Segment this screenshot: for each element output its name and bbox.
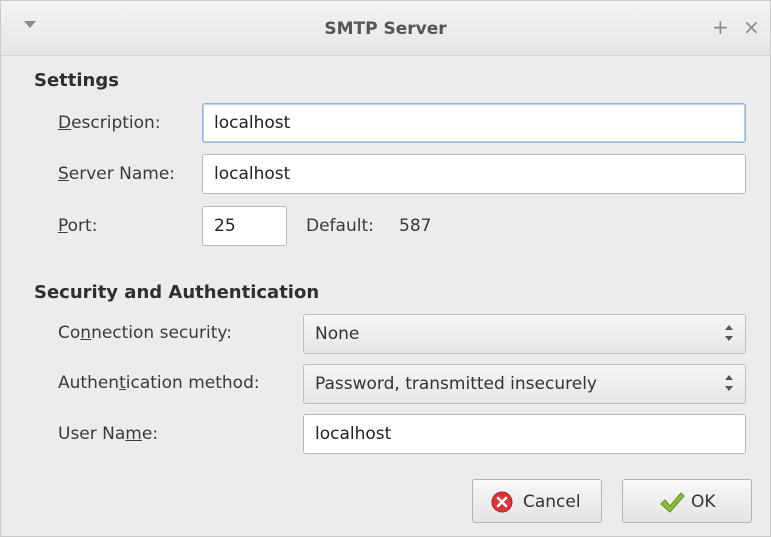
authentication-method-label: Authentication method:	[58, 373, 260, 393]
ok-button[interactable]: OK	[622, 479, 752, 523]
connection-security-select[interactable]: None	[303, 314, 746, 354]
updown-arrows-icon	[725, 325, 733, 343]
user-name-input[interactable]	[303, 414, 746, 454]
settings-heading: Settings	[34, 70, 119, 91]
description-input[interactable]	[202, 103, 746, 143]
title-bar[interactable]: SMTP Server + ×	[1, 1, 770, 56]
user-name-label: User Name:	[58, 424, 159, 444]
server-name-label: Server Name:	[58, 164, 176, 184]
ok-label: OK	[691, 492, 716, 512]
connection-security-value: None	[315, 324, 360, 344]
port-default-value: 587	[399, 216, 432, 236]
port-default-label: Default:	[306, 216, 374, 236]
port-label: Port:	[58, 216, 98, 236]
security-heading: Security and Authentication	[34, 282, 320, 303]
cancel-button[interactable]: Cancel	[472, 479, 602, 523]
port-input[interactable]	[202, 206, 287, 246]
checkmark-icon	[660, 492, 685, 513]
updown-arrows-icon	[725, 375, 733, 393]
cancel-icon	[491, 491, 513, 513]
authentication-method-select[interactable]: Password, transmitted insecurely	[303, 364, 746, 404]
close-icon[interactable]: ×	[743, 15, 760, 39]
server-name-input[interactable]	[202, 154, 746, 194]
cancel-label: Cancel	[523, 492, 581, 512]
window-title: SMTP Server	[324, 19, 447, 39]
pin-icon[interactable]: +	[712, 15, 729, 39]
smtp-server-dialog: SMTP Server + × Settings Description: Se…	[0, 0, 771, 537]
description-label: Description:	[58, 113, 161, 133]
authentication-method-value: Password, transmitted insecurely	[315, 374, 597, 394]
connection-security-label: Connection security:	[58, 323, 232, 343]
